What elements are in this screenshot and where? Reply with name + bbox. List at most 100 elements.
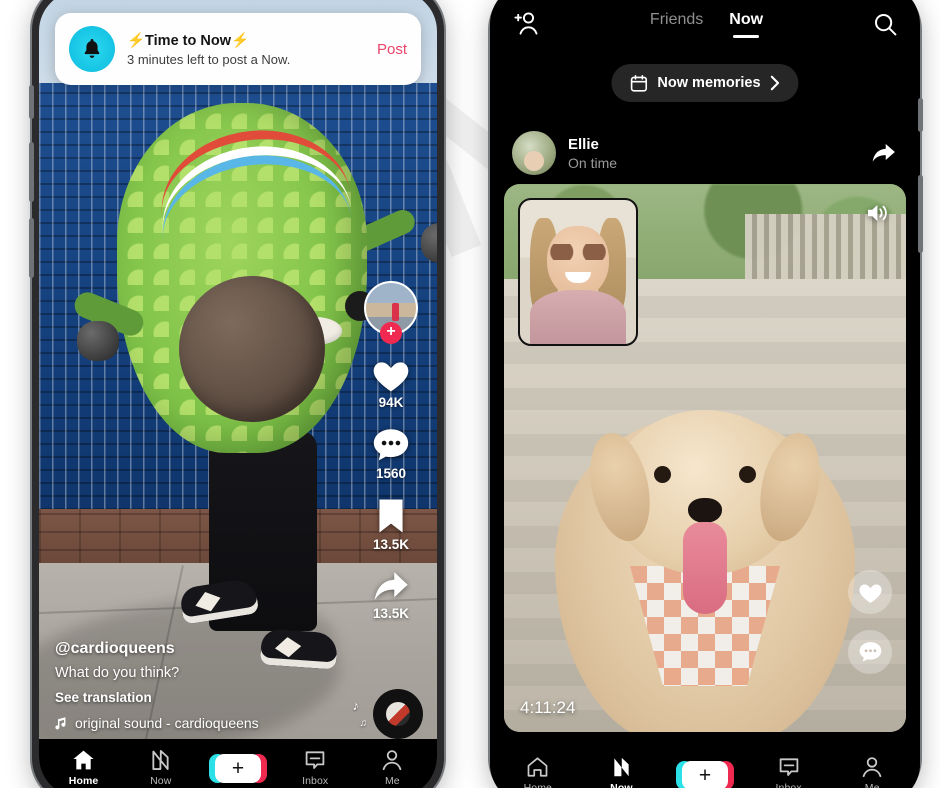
avatar[interactable] xyxy=(512,131,556,175)
now-icon xyxy=(150,749,171,771)
home-icon xyxy=(72,749,95,771)
spinning-music-disc[interactable] xyxy=(373,689,423,739)
dog-left-eye xyxy=(654,466,671,483)
music-note-icon xyxy=(55,716,68,731)
follow-plus-icon[interactable]: + xyxy=(380,322,402,344)
time-to-now-notification[interactable]: ⚡Time to Now⚡ 3 minutes left to post a N… xyxy=(55,13,421,85)
silent-switch-left[interactable] xyxy=(29,85,34,119)
creator-avatar-follow[interactable]: + xyxy=(364,281,418,344)
friend-status: On time xyxy=(568,154,618,171)
now-photo-card[interactable]: 4:11:24 xyxy=(504,184,906,732)
dog-right-eye xyxy=(739,466,756,483)
floating-music-note-icon: ♫ xyxy=(359,718,368,729)
now-post-meta: Ellie On time xyxy=(556,136,869,171)
left-phone-device: ⚡Time to Now⚡ 3 minutes left to post a N… xyxy=(29,0,444,788)
right-phone-screen: Friends Now Now memories Ellie On time 4… xyxy=(490,0,920,788)
mascot-left-glove xyxy=(77,321,119,361)
like-button[interactable] xyxy=(848,570,892,614)
nav-inbox[interactable]: Inbox xyxy=(284,750,346,787)
now-icon xyxy=(611,756,632,778)
video-caption-block: @cardioqueens What do you think? See tra… xyxy=(55,640,353,731)
front-camera-inset[interactable] xyxy=(518,198,638,346)
create-plus-glyph: + xyxy=(698,763,712,787)
dog-subject xyxy=(555,410,855,732)
nav-now-label: Now xyxy=(150,775,172,787)
nav-inbox-label: Inbox xyxy=(775,781,802,788)
nav-create[interactable]: + xyxy=(207,753,269,783)
now-tab-bar: Friends Now xyxy=(650,11,763,38)
nav-home-label: Home xyxy=(523,782,552,788)
chevron-right-icon xyxy=(770,75,781,91)
comment-button[interactable] xyxy=(848,630,892,674)
nav-now[interactable]: Now xyxy=(590,756,652,788)
dog-head xyxy=(581,410,829,614)
search-icon[interactable] xyxy=(873,12,898,37)
nav-inbox-label: Inbox xyxy=(302,774,329,787)
add-person-icon[interactable] xyxy=(512,11,540,37)
profile-icon xyxy=(861,756,883,778)
tab-now[interactable]: Now xyxy=(729,11,763,38)
bottom-navigation-right: Home Now + Inbox Me xyxy=(490,746,920,788)
volume-up-button-left[interactable] xyxy=(29,142,34,202)
nav-now[interactable]: Now xyxy=(130,749,192,787)
inbox-icon xyxy=(304,750,326,771)
dog-tongue xyxy=(683,522,727,614)
create-plus-icon[interactable]: + xyxy=(208,753,267,783)
now-header: Friends Now xyxy=(490,2,920,46)
friend-name: Ellie xyxy=(568,135,599,153)
silent-switch-right[interactable] xyxy=(918,98,923,132)
nav-me-label: Me xyxy=(384,775,400,787)
tab-friends[interactable]: Friends xyxy=(650,11,703,38)
nav-home[interactable]: Home xyxy=(53,749,115,787)
nav-me[interactable]: Me xyxy=(361,749,423,787)
nav-home[interactable]: Home xyxy=(507,756,569,788)
see-translation-link[interactable]: See translation xyxy=(55,690,353,705)
bottom-navigation-left: Home Now + Inbox Me xyxy=(39,739,437,788)
notification-text-block: ⚡Time to Now⚡ 3 minutes left to post a N… xyxy=(115,32,369,67)
share-arrow-icon[interactable] xyxy=(869,140,898,167)
left-phone-screen: ⚡Time to Now⚡ 3 minutes left to post a N… xyxy=(39,0,437,788)
power-button-right[interactable] xyxy=(918,175,923,253)
like-count: 94K xyxy=(378,395,404,410)
share-button[interactable]: 13.5K xyxy=(371,568,411,621)
nav-create[interactable]: + xyxy=(674,760,736,788)
comment-button[interactable]: 1560 xyxy=(371,426,411,481)
album-art xyxy=(386,702,410,726)
now-timestamp: 4:11:24 xyxy=(520,698,576,717)
floating-music-note-icon: ♪ xyxy=(352,698,360,713)
volume-on-icon[interactable] xyxy=(866,202,890,224)
profile-icon xyxy=(381,749,403,771)
create-plus-icon[interactable]: + xyxy=(675,760,734,788)
inbox-icon xyxy=(778,757,800,778)
now-post-header: Ellie On time xyxy=(512,124,898,182)
like-button[interactable]: 94K xyxy=(371,357,411,410)
selfie-shirt xyxy=(530,290,626,344)
notification-title: ⚡Time to Now⚡ xyxy=(127,32,250,49)
music-title: original sound - cardioqueens xyxy=(75,715,259,731)
now-card-actions xyxy=(848,570,892,674)
home-icon xyxy=(526,756,549,778)
volume-down-button-left[interactable] xyxy=(29,218,34,278)
create-plus-glyph: + xyxy=(231,756,245,780)
nav-now-label: Now xyxy=(610,782,633,788)
nav-home-label: Home xyxy=(68,775,99,787)
comment-count: 1560 xyxy=(375,466,407,481)
now-memories-button[interactable]: Now memories xyxy=(611,64,799,102)
creator-username[interactable]: @cardioqueens xyxy=(55,640,353,658)
calendar-icon xyxy=(629,74,648,93)
nav-inbox[interactable]: Inbox xyxy=(758,757,820,788)
notification-subtitle: 3 minutes left to post a Now. xyxy=(127,51,291,67)
nav-me[interactable]: Me xyxy=(841,756,903,788)
share-count: 13.5K xyxy=(372,606,410,621)
sunglasses-icon xyxy=(549,244,607,260)
bookmark-count: 13.5K xyxy=(372,537,410,552)
music-attribution[interactable]: original sound - cardioqueens xyxy=(55,715,353,731)
nav-me-label: Me xyxy=(864,782,880,788)
bookmark-button[interactable]: 13.5K xyxy=(373,497,409,552)
avocado-pit xyxy=(179,276,325,422)
post-now-button[interactable]: Post xyxy=(369,41,407,58)
video-action-rail: + 94K 1560 13.5K 13.5K xyxy=(353,281,429,637)
now-memories-label: Now memories xyxy=(657,75,761,91)
caption-text: What do you think? xyxy=(55,665,180,681)
selfie-face xyxy=(547,226,609,298)
